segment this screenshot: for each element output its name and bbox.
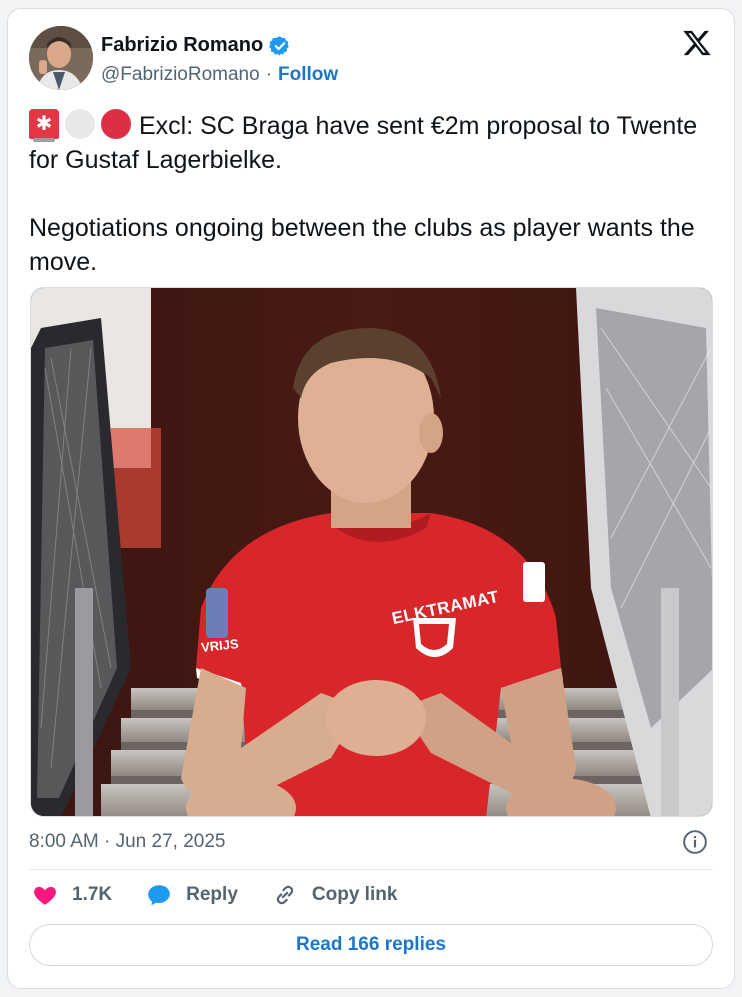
tweet-line-2: Negotiations ongoing between the clubs a… bbox=[29, 214, 695, 276]
reply-label: Reply bbox=[186, 884, 238, 905]
reply-button[interactable]: Reply bbox=[146, 882, 238, 908]
heart-icon bbox=[34, 886, 56, 905]
copy-link-button[interactable]: Copy link bbox=[272, 882, 398, 908]
rotating-light-icon: ✱ bbox=[29, 109, 59, 142]
info-icon[interactable] bbox=[682, 829, 708, 855]
author-name[interactable]: Fabrizio Romano bbox=[101, 34, 263, 57]
link-icon bbox=[276, 885, 294, 905]
tweet-card: Fabrizio Romano @FabrizioRomano · Follow… bbox=[7, 8, 735, 989]
tweet-timestamp[interactable]: 8:00 AM · Jun 27, 2025 bbox=[29, 831, 225, 853]
x-logo-icon[interactable] bbox=[682, 28, 712, 58]
tweet-paragraph-1: ✱ Excl: SC Braga have sent €2m proposal … bbox=[29, 109, 719, 177]
like-count: 1.7K bbox=[72, 884, 113, 905]
like-button[interactable]: 1.7K bbox=[32, 882, 112, 908]
avatar[interactable] bbox=[29, 26, 93, 90]
author-handle-row: @FabrizioRomano · Follow bbox=[101, 64, 338, 86]
red-circle-icon bbox=[101, 109, 131, 139]
divider bbox=[29, 869, 713, 870]
emoji-row: ✱ bbox=[29, 109, 131, 142]
author-handle[interactable]: @FabrizioRomano bbox=[101, 64, 260, 86]
author-name-row: Fabrizio Romano bbox=[101, 34, 291, 57]
read-replies-button[interactable]: Read 166 replies bbox=[29, 924, 713, 966]
tweet-photo[interactable]: ELKTRAMAT VRIJS bbox=[30, 287, 713, 817]
follow-link[interactable]: Follow bbox=[278, 64, 338, 86]
verified-badge-icon bbox=[269, 35, 290, 56]
action-bar: 1.7K Reply Copy link bbox=[32, 882, 397, 908]
reply-bubble-icon bbox=[148, 885, 170, 906]
copy-link-label: Copy link bbox=[311, 884, 398, 905]
white-circle-icon bbox=[65, 109, 95, 139]
handle-separator: · bbox=[265, 64, 273, 85]
tweet-text: ✱ Excl: SC Braga have sent €2m proposal … bbox=[29, 109, 719, 279]
